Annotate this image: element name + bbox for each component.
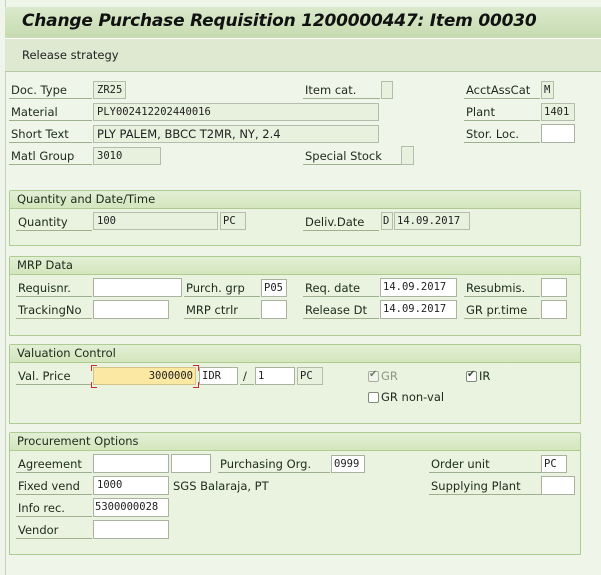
resubmis-field[interactable]: [541, 278, 567, 297]
focus-corner: [91, 382, 97, 388]
matl-group-field[interactable]: 3010: [93, 147, 161, 165]
item-cat-label: Item cat.: [303, 81, 380, 99]
req-date-field[interactable]: 14.09.2017: [380, 278, 457, 297]
ir-checkbox[interactable]: [466, 369, 477, 382]
fixed-vend-field[interactable]: 1000: [93, 476, 169, 495]
stor-loc-label: Stor. Loc.: [464, 125, 540, 143]
quantity-label: Quantity: [16, 213, 92, 231]
tracking-no-label: TrackingNo: [16, 301, 92, 319]
order-unit-label: Order unit: [429, 455, 541, 473]
gr-pr-time-field[interactable]: [541, 300, 567, 319]
mrp-data-group-title: MRP Data: [10, 257, 580, 275]
info-rec-label: Info rec.: [16, 499, 92, 517]
gr-non-val-checkbox-label: GR non-val: [381, 390, 445, 404]
req-date-label: Req. date: [303, 279, 379, 297]
material-label: Material: [9, 103, 92, 121]
plant-field[interactable]: 1401: [541, 103, 575, 121]
purchasing-org-label: Purchasing Org.: [218, 455, 330, 473]
gr-checkbox[interactable]: [368, 369, 379, 382]
item-cat-field[interactable]: [381, 81, 393, 99]
order-unit-field[interactable]: PC: [541, 455, 567, 473]
quantity-unit-field[interactable]: PC: [220, 212, 246, 230]
resubmis-label: Resubmis.: [464, 279, 540, 297]
vendor-field[interactable]: [93, 520, 169, 539]
val-price-label: Val. Price: [16, 367, 92, 385]
special-stock-field[interactable]: [401, 146, 414, 165]
acct-ass-cat-field[interactable]: M: [541, 81, 554, 99]
stor-loc-field[interactable]: [541, 124, 575, 143]
requisnr-field[interactable]: [93, 278, 182, 297]
vendor-label: Vendor: [16, 521, 92, 539]
purch-grp-field[interactable]: P05: [261, 279, 287, 297]
application-toolbar: Release strategy: [5, 39, 601, 72]
material-field[interactable]: PLY002412202440016: [93, 103, 379, 121]
deliv-date-label: Deliv.Date: [303, 213, 379, 231]
release-dt-field[interactable]: 14.09.2017: [380, 300, 457, 319]
requisnr-label: Requisnr.: [16, 279, 92, 297]
deliv-date-category-field[interactable]: D: [381, 212, 393, 230]
acct-ass-cat-label: AcctAssCat: [464, 81, 540, 99]
matl-group-label: Matl Group: [9, 147, 92, 165]
tracking-no-field[interactable]: [93, 300, 169, 319]
gr-checkbox-label: GR: [381, 369, 398, 383]
agreement-item-field[interactable]: [171, 454, 211, 473]
deliv-date-field[interactable]: 14.09.2017: [394, 212, 470, 230]
doc-type-field[interactable]: ZR25: [93, 81, 126, 99]
agreement-field[interactable]: [93, 454, 169, 473]
info-rec-field[interactable]: 5300000028: [93, 498, 169, 517]
purchasing-org-field[interactable]: 0999: [331, 455, 365, 473]
order-price-unit-field[interactable]: PC: [297, 367, 323, 385]
quantity-date-group-title: Quantity and Date/Time: [10, 191, 580, 209]
gr-non-val-checkbox[interactable]: [368, 392, 379, 403]
price-unit-field[interactable]: 1: [255, 367, 295, 385]
price-per-separator: /: [240, 367, 254, 385]
release-dt-label: Release Dt: [303, 301, 379, 319]
supplying-plant-field[interactable]: [541, 476, 575, 495]
mrp-ctrlr-label: MRP ctrlr: [184, 301, 260, 319]
title-bar: Change Purchase Requisition 1200000447: …: [5, 7, 601, 39]
plant-label: Plant: [464, 103, 540, 121]
currency-field[interactable]: IDR: [199, 367, 238, 385]
doc-type-label: Doc. Type: [9, 81, 92, 99]
fixed-vendor-name: SGS Balaraja, PT: [173, 479, 269, 493]
procurement-options-group-title: Procurement Options: [10, 433, 580, 451]
agreement-label: Agreement: [16, 455, 92, 473]
val-price-field[interactable]: 3000000: [93, 367, 196, 385]
quantity-field[interactable]: 100: [93, 212, 218, 230]
purch-grp-label: Purch. grp: [184, 279, 260, 297]
short-text-label: Short Text: [9, 125, 92, 143]
valuation-control-group-title: Valuation Control: [10, 345, 580, 363]
supplying-plant-label: Supplying Plant: [429, 477, 541, 495]
release-strategy-button[interactable]: Release strategy: [22, 48, 119, 62]
page-title: Change Purchase Requisition 1200000447: …: [22, 11, 537, 31]
gr-pr-time-label: GR pr.time: [464, 301, 540, 319]
mrp-ctrlr-field[interactable]: [261, 300, 287, 319]
focus-corner: [91, 365, 97, 371]
fixed-vend-label: Fixed vend: [16, 477, 92, 495]
ir-checkbox-label: IR: [479, 369, 491, 383]
short-text-field[interactable]: PLY PALEM, BBCC T2MR, NY, 2.4: [93, 125, 379, 143]
special-stock-label: Special Stock: [303, 147, 401, 165]
